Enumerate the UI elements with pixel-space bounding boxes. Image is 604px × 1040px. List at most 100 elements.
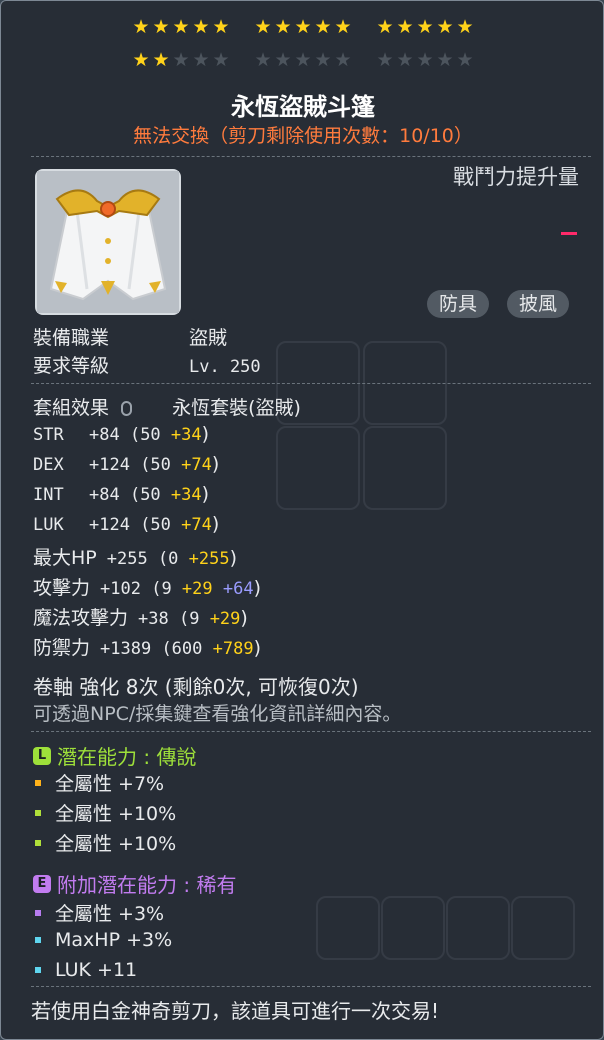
bullet-icon [35, 909, 41, 916]
additional-potential-text: LUK +11 [55, 959, 138, 981]
stat-row: LUK +124 (50 +74) [33, 513, 219, 535]
star-filled-icon: ★ [152, 16, 170, 38]
potential-text: 全屬性 +7% [55, 773, 165, 795]
potential-title: 潛在能力 : 傳說 [57, 745, 197, 769]
stat-name: 最大HP [33, 547, 97, 569]
stat-close: ) [253, 577, 262, 599]
star-filled-icon: ★ [254, 16, 272, 38]
stat-name: STR [33, 425, 64, 445]
star-empty-icon: ★ [376, 49, 394, 71]
set-effect[interactable]: 套組效果 永恆套裝(盜賊) [33, 393, 301, 420]
stat-total: +124 [89, 515, 141, 535]
star-empty-icon: ★ [314, 49, 332, 71]
star-filled-icon: ★ [334, 16, 352, 38]
star-empty-icon: ★ [294, 49, 312, 71]
stat-bonus: +34 [170, 425, 202, 445]
mouse-icon [121, 401, 133, 416]
stat-extra: +64 [212, 579, 254, 599]
trade-hint-footer: 若使用白金神奇剪刀，該道具可進行一次交易! [31, 999, 440, 1023]
stat-name: 攻擊力 [33, 577, 91, 599]
star-filled-icon: ★ [416, 16, 434, 38]
stat-close: ) [201, 483, 210, 505]
star-empty-icon: ★ [172, 49, 190, 71]
tag-armor: 防具 [427, 290, 490, 318]
star-empty-icon: ★ [254, 49, 272, 71]
stat-total: +38 [138, 609, 179, 629]
star-empty-icon: ★ [396, 49, 414, 71]
stat-close: ) [253, 637, 261, 659]
additional-potential-line: MaxHP +3% [35, 929, 172, 951]
potential-header: L 潛在能力 : 傳說 [33, 741, 196, 770]
stat-base: (50 [140, 455, 182, 475]
stat-name: LUK [33, 515, 64, 535]
additional-potential-text: MaxHP +3% [55, 929, 173, 951]
stat-base: (0 [157, 549, 189, 569]
potential-line: 全屬性 +7% [35, 769, 164, 796]
bullet-icon [35, 937, 41, 943]
star-group: ★ ★ ★ ★ ★ [253, 49, 353, 71]
potential-text: 全屬性 +10% [55, 833, 177, 855]
divider [31, 731, 591, 732]
star-empty-icon: ★ [192, 49, 210, 71]
star-filled-icon: ★ [436, 16, 454, 38]
stat-bonus: +74 [181, 455, 212, 475]
stat-name: 防禦力 [33, 637, 91, 659]
job-requirement: 裝備職業 盜賊 [33, 327, 228, 349]
star-filled-icon: ★ [294, 16, 312, 38]
stat-bonus: +255 [188, 549, 230, 569]
divider [31, 383, 591, 384]
additional-potential-title: 附加潛在能力 : 稀有 [57, 873, 237, 897]
stat-row: INT +84 (50 +34) [33, 483, 209, 505]
star-empty-icon: ★ [456, 49, 474, 71]
stat-total: +102 [100, 579, 152, 599]
stat-name: INT [33, 485, 64, 505]
item-icon-frame [35, 169, 181, 315]
item-tooltip: ★ ★ ★ ★ ★ ★ ★ ★ ★ ★ ★ ★ ★ ★ ★ ★ ★ ★ ★ ★ ★ ★ ★ ★ ★ ★ ★ ★ ★ ★ 永恆盜賊斗篷 無… [0, 0, 604, 1040]
stat-row: 魔法攻擊力 +38 (9 +29) [33, 603, 248, 630]
star-group: ★ ★ ★ ★ ★ [375, 16, 475, 38]
stat-total: +84 [89, 425, 130, 445]
additional-potential-header: E 附加潛在能力 : 稀有 [33, 869, 236, 898]
stat-row: 防禦力 +1389 (600 +789) [33, 633, 261, 660]
scroll-upgrade-info: 卷軸 強化 8次 (剩餘0次, 可恢復0次) [33, 675, 359, 699]
star-filled-icon: ★ [172, 16, 190, 38]
stat-bonus: +29 [181, 579, 213, 599]
combat-power-indicator [561, 232, 577, 235]
legendary-badge-icon: L [33, 746, 51, 765]
additional-potential-line: LUK +11 [35, 959, 137, 981]
star-filled-icon: ★ [132, 49, 150, 71]
scroll-upgrade-hint: 可透過NPC/採集鍵查看強化資訊詳細內容。 [33, 703, 402, 725]
stat-base: (50 [129, 425, 171, 445]
stat-bonus: +29 [209, 609, 241, 629]
star-empty-icon: ★ [416, 49, 434, 71]
stat-total: +84 [89, 485, 130, 505]
star-empty-icon: ★ [212, 49, 230, 71]
star-group: ★ ★ ★ ★ ★ [253, 16, 353, 38]
stat-base: (50 [140, 515, 182, 535]
potential-text: 全屬性 +10% [55, 803, 177, 825]
stat-total: +255 [106, 549, 158, 569]
star-filled-icon: ★ [192, 16, 210, 38]
potential-line: 全屬性 +10% [35, 829, 176, 856]
combat-power-label: 戰鬥力提升量 [453, 165, 579, 189]
rare-badge-icon: E [33, 874, 51, 893]
stat-close: ) [229, 547, 238, 569]
additional-potential-line: 全屬性 +3% [35, 899, 164, 926]
stat-close: ) [201, 423, 210, 445]
additional-potential-text: 全屬性 +3% [55, 903, 165, 925]
bullet-icon [35, 839, 41, 846]
divider [31, 156, 591, 157]
star-empty-icon: ★ [274, 49, 292, 71]
stat-row: 最大HP +255 (0 +255) [33, 543, 237, 570]
level-requirement: 要求等級 Lv. 250 [33, 355, 261, 377]
star-empty-icon: ★ [436, 49, 454, 71]
stat-close: ) [211, 453, 220, 475]
stat-base: (9 [151, 579, 182, 599]
star-group: ★ ★ ★ ★ ★ [131, 16, 231, 38]
stat-row: 攻擊力 +102 (9 +29 +64) [33, 573, 261, 600]
tag-cape: 披風 [507, 290, 570, 318]
star-filled-icon: ★ [212, 16, 230, 38]
trade-restriction: 無法交換（剪刀剩除使用次數：10/10） [133, 125, 473, 147]
star-filled-icon: ★ [132, 16, 150, 38]
stat-base: (50 [129, 485, 171, 505]
